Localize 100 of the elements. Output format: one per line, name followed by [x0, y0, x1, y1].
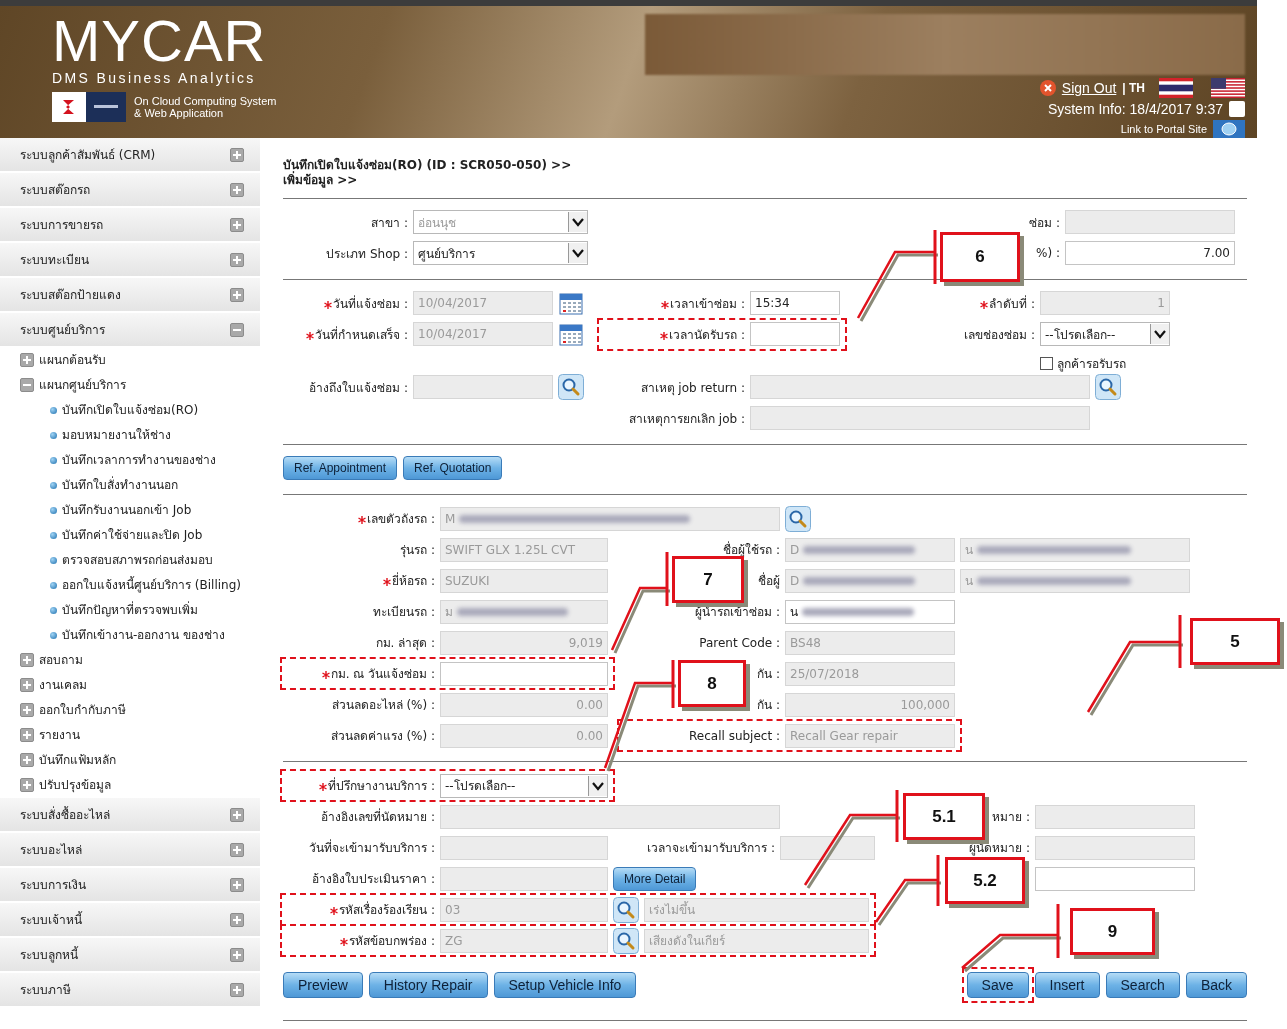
search-icon[interactable] [785, 505, 811, 532]
field-label: ทะเบียนรถ : [373, 604, 435, 622]
bullet-icon [50, 632, 57, 639]
expand-icon[interactable] [230, 288, 244, 302]
expand-icon[interactable] [20, 778, 34, 792]
more-detail-button[interactable]: More Detail [613, 866, 697, 891]
menu-link[interactable]: บันทึกรับงานนอกเข้า Job [62, 502, 192, 519]
expand-icon[interactable] [230, 148, 244, 162]
menu-link[interactable]: ออกใบแจ้งหนี้ศูนย์บริการ (Billing) [62, 577, 241, 594]
dropdown[interactable]: --โปรดเลือก-- [1040, 322, 1170, 347]
expand-icon[interactable] [20, 653, 34, 667]
field-label: ผู้นัดหมาย : [969, 840, 1030, 858]
menu-link[interactable]: บันทึกค่าใช้จ่ายและปิด Job [62, 527, 203, 544]
search-icon[interactable] [558, 374, 584, 401]
sidebar-menu-item[interactable]: ระบบศูนย์บริการ [0, 313, 260, 348]
reference-button[interactable]: Ref. Appointment [283, 456, 398, 481]
menu-link[interactable]: รายงาน [39, 727, 80, 744]
text-field[interactable]: 15:34 [750, 291, 840, 316]
expand-icon[interactable] [20, 353, 34, 367]
sidebar-menu-item[interactable]: ระบบอะไหล่ [0, 833, 260, 868]
action-button[interactable]: Save [966, 972, 1029, 999]
sidebar-menu-item[interactable]: ระบบสต๊อกรถ [0, 173, 260, 208]
menu-label: ระบบสต๊อกรถ [20, 182, 90, 199]
menu-link[interactable]: บันทึกแฟ้มหลัก [39, 752, 116, 769]
search-icon[interactable] [613, 896, 639, 923]
action-button[interactable]: Insert [1034, 972, 1100, 999]
chevron-down-icon [568, 212, 587, 233]
field-label: ที่ปรึกษางานบริการ : [328, 776, 435, 796]
menu-link[interactable]: บันทึกเปิดใบแจ้งซ่อม(RO) [62, 402, 199, 419]
expand-icon[interactable] [20, 728, 34, 742]
bullet-icon [50, 532, 57, 539]
text-field[interactable]: 7.00 [1065, 241, 1235, 266]
action-button[interactable]: History Repair [368, 972, 488, 999]
field-label: สาเหตุการยกเลิก job : [629, 410, 745, 428]
logo-title: MYCAR [52, 14, 268, 68]
menu-link[interactable]: มอบหมายงานให้ช่าง [62, 427, 171, 444]
menu-link[interactable]: สอบถาม [39, 652, 83, 669]
expand-icon[interactable] [230, 913, 244, 927]
menu-link[interactable]: ออกใบกำกับภาษี [39, 702, 126, 719]
expand-icon[interactable] [20, 753, 34, 767]
sidebar-menu-item[interactable]: ระบบทะเบียน [0, 243, 260, 278]
expand-icon[interactable] [230, 253, 244, 267]
text-field[interactable] [750, 322, 840, 347]
text-field[interactable] [1035, 866, 1195, 891]
calendar-icon[interactable] [558, 321, 584, 348]
menu-link[interactable]: แผนกต้อนรับ [39, 352, 106, 369]
menu-link[interactable]: งานเคลม [39, 677, 87, 694]
text-field[interactable]: น [785, 599, 955, 624]
sidebar-menu-item[interactable]: ระบบภาษี [0, 973, 260, 1008]
menu-link[interactable]: ตรวจสอบสภาพรถก่อนส่งมอบ [62, 552, 213, 569]
menu-link[interactable]: บันทึกเวลาการทำงานของช่าง [62, 452, 216, 469]
collapse-icon[interactable] [230, 323, 244, 337]
search-icon[interactable] [613, 927, 639, 954]
sidebar-menu-item[interactable]: ระบบสต๊อกป้ายแดง [0, 278, 260, 313]
field-label: ยี่ห้อรถ : [392, 571, 435, 591]
field-label: ประเภท Shop : [326, 245, 408, 263]
menu-link[interactable]: ปรับปรุงข้อมูล [39, 777, 111, 794]
sidebar-menu-item[interactable]: ระบบลูกค้าสัมพันธ์ (CRM) [0, 138, 260, 173]
field-label: ผู้นำรถเข้าซ่อม : [695, 604, 780, 622]
action-button[interactable]: Back [1185, 972, 1247, 999]
portal-link[interactable]: Link to Portal Site [1120, 123, 1207, 135]
collapse-icon[interactable] [20, 378, 34, 392]
sidebar-menu-item[interactable]: ระบบลูกหนี้ [0, 938, 260, 973]
menu-label: ระบบศูนย์บริการ [20, 322, 105, 339]
menu-link[interactable]: แผนกศูนย์บริการ [39, 377, 126, 394]
expand-icon[interactable] [230, 183, 244, 197]
sidebar-menu-item[interactable]: ระบบการขายรถ [0, 208, 260, 243]
search-icon[interactable] [1095, 374, 1121, 401]
expand-icon[interactable] [230, 218, 244, 232]
field-label: อ้างอิงใบประเมินราคา : [312, 871, 435, 889]
calendar-icon[interactable] [558, 290, 584, 317]
text-field[interactable] [440, 661, 608, 686]
flag-icon[interactable] [1211, 78, 1245, 98]
expand-icon[interactable] [230, 808, 244, 822]
action-button[interactable]: Preview [283, 972, 363, 999]
menu-link[interactable]: บันทึกเข้างาน-ออกงาน ของช่าง [62, 627, 226, 644]
dropdown[interactable]: ศูนย์บริการ [413, 241, 588, 266]
expand-icon[interactable] [230, 843, 244, 857]
action-button[interactable]: Setup Vehicle Info [493, 972, 637, 999]
field-label: ส่วนลดอะไหล่ (%) : [331, 697, 435, 715]
expand-icon[interactable] [230, 948, 244, 962]
expand-icon[interactable] [230, 983, 244, 997]
checkbox[interactable]: ลูกค้ารอรับรถ [1040, 353, 1126, 373]
reference-button[interactable]: Ref. Quotation [403, 456, 503, 481]
sign-out-link[interactable]: Sign Out [1061, 80, 1117, 96]
dropdown[interactable]: --โปรดเลือก-- [440, 773, 608, 798]
globe-icon[interactable] [1213, 120, 1245, 138]
sidebar-menu-item[interactable]: ระบบเจ้าหนี้ [0, 903, 260, 938]
sidebar-menu-item[interactable]: ระบบสั่งซื้ออะไหล่ [0, 798, 260, 833]
expand-icon[interactable] [20, 678, 34, 692]
menu-link[interactable]: บันทึกใบสั่งทำงานนอก [62, 477, 178, 494]
field-label: กัน : [757, 697, 780, 715]
menu-label: ระบบสต๊อกป้ายแดง [20, 287, 121, 304]
action-button[interactable]: Search [1105, 972, 1180, 999]
bullet-icon [50, 607, 57, 614]
flag-icon[interactable] [1159, 78, 1193, 98]
expand-icon[interactable] [230, 878, 244, 892]
expand-icon[interactable] [20, 703, 34, 717]
menu-link[interactable]: บันทึกปัญหาที่ตรวจพบเพิ่ม [62, 602, 198, 619]
sidebar-menu-item[interactable]: ระบบการเงิน [0, 868, 260, 903]
